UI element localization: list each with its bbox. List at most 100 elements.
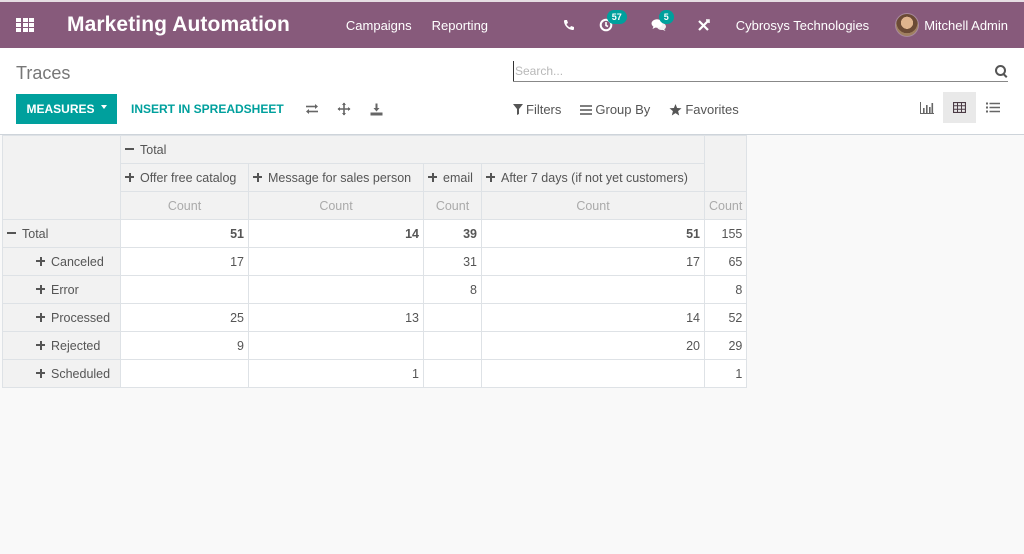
pivot-cell[interactable]: 13 bbox=[248, 303, 424, 332]
row-header-scheduled[interactable]: Scheduled bbox=[2, 359, 121, 388]
pivot-cell[interactable]: 14 bbox=[248, 219, 424, 248]
debug-tools-button[interactable] bbox=[697, 18, 710, 32]
phone-button[interactable] bbox=[563, 19, 575, 31]
expand-icon bbox=[36, 368, 45, 378]
pivot-cell[interactable] bbox=[248, 247, 424, 276]
pivot-cell[interactable]: 8 bbox=[423, 275, 482, 304]
flip-axis-button[interactable] bbox=[305, 102, 319, 116]
pivot-cell[interactable] bbox=[481, 275, 705, 304]
table-row: Rejected 9 20 29 bbox=[2, 331, 748, 360]
pivot-cell[interactable]: 9 bbox=[120, 331, 249, 360]
pivot-cell[interactable]: 14 bbox=[481, 303, 705, 332]
pivot-cell[interactable] bbox=[248, 331, 424, 360]
list-view-button[interactable] bbox=[976, 92, 1009, 123]
pivot-cell[interactable]: 17 bbox=[481, 247, 705, 276]
list-icon bbox=[985, 102, 1000, 113]
table-row: Canceled 17 31 17 65 bbox=[2, 247, 748, 276]
pivot-cell[interactable]: 31 bbox=[423, 247, 482, 276]
arrows-move-icon bbox=[337, 102, 351, 116]
favorites-dropdown[interactable]: Favorites bbox=[669, 102, 739, 117]
apps-menu-icon[interactable] bbox=[16, 18, 34, 32]
top-navbar: Marketing Automation Campaigns Reporting… bbox=[0, 0, 1024, 48]
expand-icon bbox=[125, 172, 134, 182]
expand-icon bbox=[486, 172, 495, 182]
star-icon bbox=[669, 103, 682, 115]
measure-header[interactable]: Count bbox=[120, 191, 249, 220]
table-row: Scheduled 1 1 bbox=[2, 359, 748, 388]
expand-all-button[interactable] bbox=[337, 102, 351, 116]
view-switcher bbox=[910, 92, 1009, 123]
tools-icon bbox=[697, 18, 710, 31]
measure-header[interactable]: Count bbox=[703, 191, 748, 220]
filters-dropdown[interactable]: Filters bbox=[513, 102, 561, 117]
col-header-offer-free-catalog[interactable]: Offer free catalog bbox=[120, 163, 249, 192]
col-header-total[interactable]: Total bbox=[120, 135, 705, 164]
pivot-table: Total Offer free catalog Message for sal… bbox=[2, 135, 748, 388]
row-header-total[interactable]: Total bbox=[2, 219, 121, 248]
col-header-email[interactable]: email bbox=[423, 163, 482, 192]
expand-icon bbox=[253, 172, 262, 182]
pivot-cell[interactable]: 51 bbox=[481, 219, 705, 248]
pivot-total-cell[interactable]: 1 bbox=[703, 359, 748, 388]
insert-in-spreadsheet-button[interactable]: INSERT IN SPREADSHEET bbox=[131, 102, 284, 116]
pivot-cell[interactable] bbox=[423, 359, 482, 388]
search-options: Filters Group By Favorites bbox=[513, 102, 758, 117]
bar-chart-icon bbox=[919, 101, 934, 114]
col-header-message-for-sales-person[interactable]: Message for sales person bbox=[248, 163, 424, 192]
pivot-cell[interactable]: 17 bbox=[120, 247, 249, 276]
pivot-cell[interactable]: 25 bbox=[120, 303, 249, 332]
pivot-cell[interactable] bbox=[481, 359, 705, 388]
pivot-cell[interactable]: 39 bbox=[423, 219, 482, 248]
caret-down-icon bbox=[100, 105, 107, 109]
pivot-cell[interactable] bbox=[248, 275, 424, 304]
pivot-corner bbox=[2, 135, 121, 220]
measure-header[interactable]: Count bbox=[481, 191, 705, 220]
pivot-cell[interactable] bbox=[120, 359, 249, 388]
pivot-total-cell[interactable]: 29 bbox=[703, 331, 748, 360]
expand-icon bbox=[36, 256, 45, 266]
pivot-cell[interactable]: 51 bbox=[120, 219, 249, 248]
search-bar bbox=[513, 60, 1008, 82]
pivot-cell[interactable]: 20 bbox=[481, 331, 705, 360]
row-header-error[interactable]: Error bbox=[2, 275, 121, 304]
pivot-cell[interactable] bbox=[423, 331, 482, 360]
systray: 57 5 Cybrosys Technologies Mitchell Admi… bbox=[541, 10, 1008, 37]
graph-view-button[interactable] bbox=[910, 92, 943, 123]
bars-icon bbox=[580, 104, 593, 115]
expand-icon bbox=[36, 312, 45, 322]
pivot-view-button[interactable] bbox=[943, 92, 976, 123]
menu-item-reporting[interactable]: Reporting bbox=[432, 18, 488, 33]
groupby-label: Group By bbox=[595, 102, 651, 117]
activities-button[interactable]: 57 bbox=[599, 10, 627, 32]
measure-header[interactable]: Count bbox=[248, 191, 424, 220]
pivot-total-cell[interactable]: 8 bbox=[703, 275, 748, 304]
menu-item-campaigns[interactable]: Campaigns bbox=[346, 18, 412, 33]
row-header-rejected[interactable]: Rejected bbox=[2, 331, 121, 360]
pivot-cell[interactable] bbox=[423, 303, 482, 332]
pivot-cell[interactable]: 1 bbox=[248, 359, 424, 388]
messages-button[interactable]: 5 bbox=[651, 10, 674, 32]
company-switcher[interactable]: Cybrosys Technologies bbox=[736, 18, 869, 33]
row-header-processed[interactable]: Processed bbox=[2, 303, 121, 332]
col-header-after-7-days[interactable]: After 7 days (if not yet customers) bbox=[481, 163, 705, 192]
pivot-cell[interactable] bbox=[120, 275, 249, 304]
expand-icon bbox=[36, 340, 45, 350]
search-input[interactable] bbox=[513, 60, 994, 81]
pivot-view: Total Offer free catalog Message for sal… bbox=[2, 135, 748, 388]
search-icon[interactable] bbox=[994, 64, 1008, 78]
measure-header[interactable]: Count bbox=[423, 191, 482, 220]
expand-icon bbox=[36, 284, 45, 294]
pivot-total-cell[interactable]: 155 bbox=[703, 219, 748, 248]
table-row: Processed 25 13 14 52 bbox=[2, 303, 748, 332]
pivot-total-cell[interactable]: 65 bbox=[703, 247, 748, 276]
row-header-canceled[interactable]: Canceled bbox=[2, 247, 121, 276]
download-button[interactable] bbox=[369, 102, 383, 116]
activities-count-badge: 57 bbox=[606, 10, 627, 24]
collapse-icon bbox=[125, 145, 134, 154]
collapse-icon bbox=[7, 229, 16, 238]
user-menu[interactable]: Mitchell Admin bbox=[895, 13, 1008, 37]
pivot-total-cell[interactable]: 52 bbox=[703, 303, 748, 332]
measures-dropdown-button[interactable]: MEASURES bbox=[16, 94, 117, 124]
avatar bbox=[895, 13, 920, 37]
groupby-dropdown[interactable]: Group By bbox=[580, 102, 650, 117]
